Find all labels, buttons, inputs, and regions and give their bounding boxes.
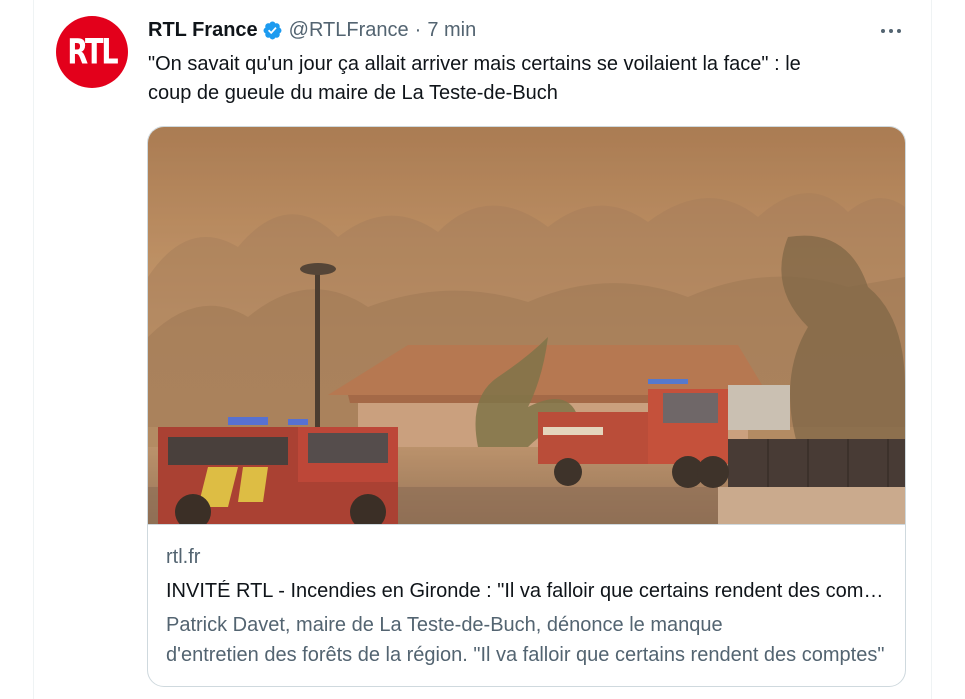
avatar[interactable]: RTL	[56, 16, 128, 88]
card-image[interactable]	[148, 127, 905, 524]
header-separator: ·	[414, 18, 422, 41]
avatar-logo-text: RTL	[67, 31, 118, 73]
verified-badge-icon	[263, 21, 282, 39]
timeline-left-border	[33, 0, 34, 699]
timeline-right-border	[931, 0, 932, 699]
card-description-line: Patrick Davet, maire de La Teste-de-Buch…	[166, 614, 723, 636]
more-dot	[881, 29, 885, 33]
card-domain: rtl.fr	[166, 546, 201, 568]
tweet-text-line: "On savait qu'un jour ça allait arriver …	[148, 53, 801, 75]
tweet-text: "On savait qu'un jour ça allait arriver …	[148, 50, 908, 108]
author-handle[interactable]: @RTLFrance	[289, 19, 409, 42]
card-description-line: d'entretien des forêts de la région. "Il…	[166, 644, 885, 666]
card-divider	[148, 524, 905, 525]
tweet-page: RTL RTL France @RTLFrance · 7 min "On sa…	[0, 0, 965, 699]
tweet-timestamp[interactable]: 7 min	[427, 19, 476, 42]
card-description: Patrick Davet, maire de La Teste-de-Buch…	[166, 610, 888, 670]
more-dot	[889, 29, 893, 33]
more-dot	[897, 29, 901, 33]
link-preview-card[interactable]: rtl.fr INVITÉ RTL - Incendies en Gironde…	[147, 126, 906, 687]
card-title[interactable]: INVITÉ RTL - Incendies en Gironde : "Il …	[166, 580, 886, 603]
tweet-text-line: coup de gueule du maire de La Teste-de-B…	[148, 82, 558, 104]
author-display-name[interactable]: RTL France	[148, 19, 258, 42]
tweet-header: RTL France @RTLFrance · 7 min	[148, 17, 476, 43]
more-options-icon[interactable]	[872, 16, 910, 46]
